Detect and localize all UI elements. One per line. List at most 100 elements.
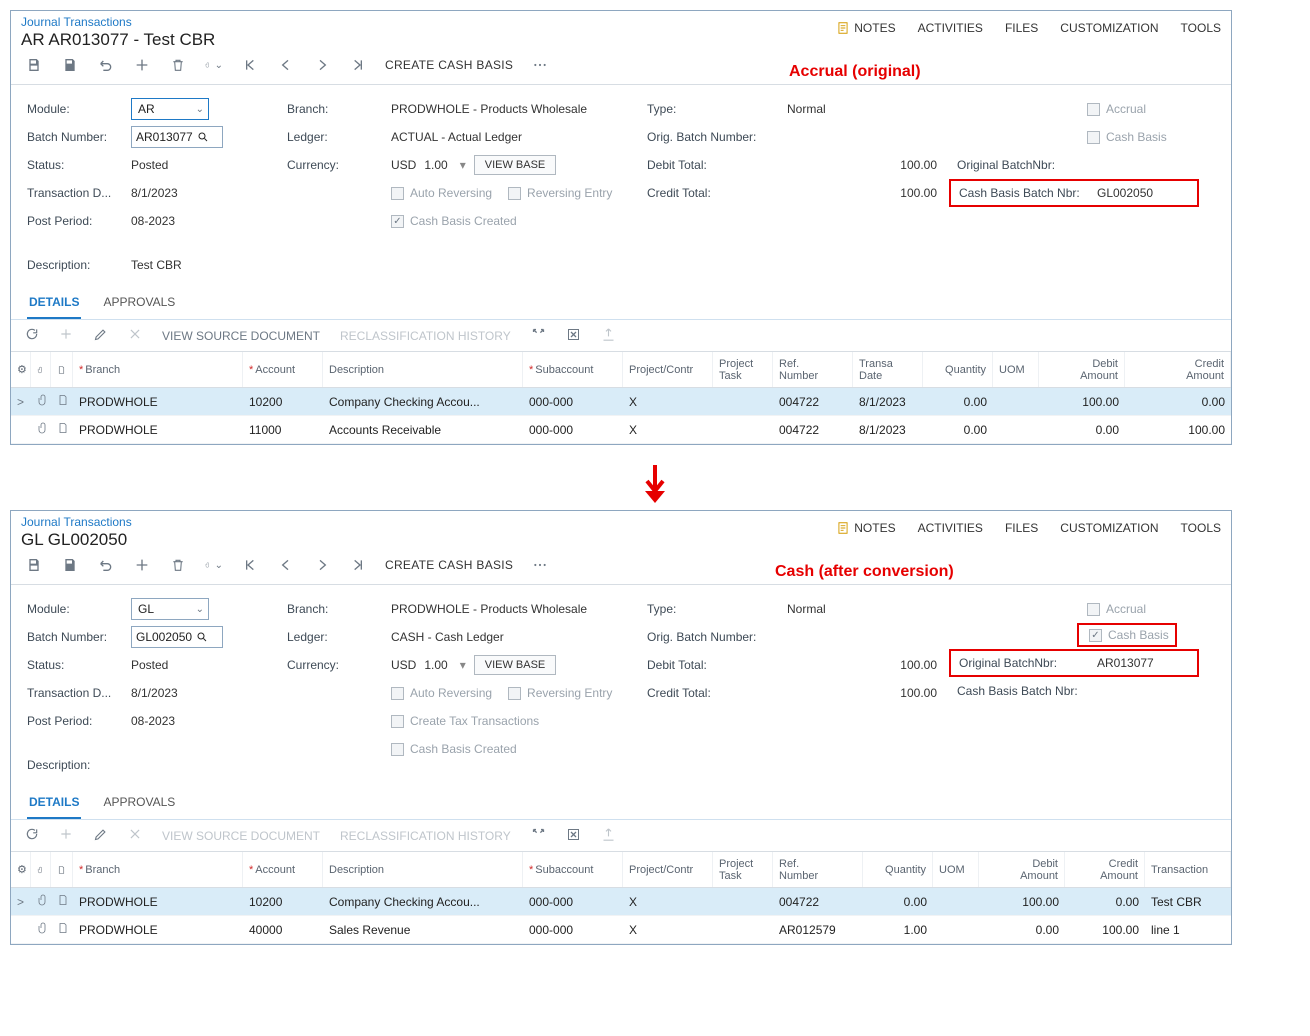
save-button[interactable] bbox=[61, 556, 79, 574]
tab-details[interactable]: DETAILS bbox=[27, 287, 81, 319]
customization-link[interactable]: CUSTOMIZATION bbox=[1060, 521, 1158, 535]
rate-input[interactable]: 1.00▾ bbox=[424, 658, 465, 672]
batch-input[interactable]: AR013077 bbox=[131, 126, 223, 148]
col-uom[interactable]: UOM bbox=[933, 852, 979, 887]
delete-button[interactable] bbox=[169, 56, 187, 74]
activities-link[interactable]: ACTIVITIES bbox=[918, 521, 983, 535]
col-txdesc[interactable]: Transaction bbox=[1145, 852, 1231, 887]
col-projtask[interactable]: Project Task bbox=[713, 352, 773, 387]
col-uom[interactable]: UOM bbox=[993, 352, 1039, 387]
cell-proj: X bbox=[623, 923, 713, 937]
col-credit[interactable]: Credit Amount bbox=[1125, 352, 1231, 387]
type-label: Type: bbox=[647, 102, 787, 116]
notes-link[interactable]: NOTES bbox=[836, 521, 895, 535]
table-row[interactable]: > PRODWHOLE 10200 Company Checking Accou… bbox=[11, 388, 1231, 416]
ledger-label: Ledger: bbox=[287, 630, 391, 644]
save-close-button[interactable] bbox=[25, 556, 43, 574]
view-base-button[interactable]: VIEW BASE bbox=[474, 655, 557, 675]
rate-input[interactable]: 1.00▾ bbox=[424, 158, 465, 172]
activities-link[interactable]: ACTIVITIES bbox=[918, 21, 983, 35]
undo-button[interactable] bbox=[97, 56, 115, 74]
module-select[interactable]: GL⌄ bbox=[131, 598, 209, 620]
refresh-button[interactable] bbox=[25, 827, 39, 844]
save-close-button[interactable] bbox=[25, 56, 43, 74]
more-button[interactable] bbox=[531, 556, 549, 574]
excel-button[interactable] bbox=[566, 327, 581, 345]
col-sub[interactable]: Subaccount bbox=[523, 852, 623, 887]
view-src-button[interactable]: VIEW SOURCE DOCUMENT bbox=[162, 329, 320, 343]
col-ref[interactable]: Ref. Number bbox=[773, 852, 863, 887]
tab-approvals[interactable]: APPROVALS bbox=[101, 787, 177, 819]
file-icon bbox=[57, 921, 69, 935]
col-debit[interactable]: Debit Amount bbox=[979, 852, 1065, 887]
create-cash-basis-button[interactable]: CREATE CASH BASIS bbox=[385, 558, 513, 572]
fit-button[interactable] bbox=[531, 827, 546, 845]
tools-link[interactable]: TOOLS bbox=[1181, 21, 1221, 35]
customization-link[interactable]: CUSTOMIZATION bbox=[1060, 21, 1158, 35]
create-cash-basis-button[interactable]: CREATE CASH BASIS bbox=[385, 58, 513, 72]
excel-button[interactable] bbox=[566, 827, 581, 845]
tools-link[interactable]: TOOLS bbox=[1181, 521, 1221, 535]
status-label: Status: bbox=[27, 658, 131, 672]
cell-debit: 0.00 bbox=[979, 923, 1065, 937]
prev-button[interactable] bbox=[277, 56, 295, 74]
col-proj[interactable]: Project/Contr bbox=[623, 352, 713, 387]
col-proj[interactable]: Project/Contr bbox=[623, 852, 713, 887]
cash-batchnbr-value: GL002050 bbox=[1097, 186, 1153, 200]
delete-button[interactable] bbox=[169, 556, 187, 574]
module-select[interactable]: AR⌄ bbox=[131, 98, 209, 120]
col-projtask[interactable]: Project Task bbox=[713, 852, 773, 887]
breadcrumb[interactable]: Journal Transactions bbox=[21, 515, 836, 529]
ledger-value: ACTUAL - Actual Ledger bbox=[391, 130, 522, 144]
col-qty[interactable]: Quantity bbox=[863, 852, 933, 887]
next-button[interactable] bbox=[313, 56, 331, 74]
add-button[interactable] bbox=[133, 56, 151, 74]
col-gear[interactable]: ⚙ bbox=[11, 352, 31, 387]
more-button[interactable] bbox=[531, 56, 549, 74]
clipboard-button[interactable]: ⌄ bbox=[205, 56, 223, 74]
col-ref[interactable]: Ref. Number bbox=[773, 352, 853, 387]
table-row[interactable]: PRODWHOLE 40000 Sales Revenue 000-000 X … bbox=[11, 916, 1231, 944]
trash-icon bbox=[170, 57, 186, 73]
last-button[interactable] bbox=[349, 556, 367, 574]
add-button[interactable] bbox=[133, 556, 151, 574]
clipboard-button[interactable]: ⌄ bbox=[205, 556, 223, 574]
cell-branch: PRODWHOLE bbox=[73, 923, 243, 937]
clipboard-icon bbox=[205, 557, 211, 573]
tab-approvals[interactable]: APPROVALS bbox=[101, 287, 177, 319]
files-link[interactable]: FILES bbox=[1005, 521, 1038, 535]
col-sub[interactable]: Subaccount bbox=[523, 352, 623, 387]
grid-edit-button[interactable] bbox=[93, 827, 108, 845]
breadcrumb[interactable]: Journal Transactions bbox=[21, 15, 836, 29]
col-debit[interactable]: Debit Amount bbox=[1039, 352, 1125, 387]
batch-input[interactable]: GL002050 bbox=[131, 626, 223, 648]
cell-proj: X bbox=[623, 395, 713, 409]
col-qty[interactable]: Quantity bbox=[923, 352, 993, 387]
col-branch[interactable]: Branch bbox=[73, 352, 243, 387]
grid-edit-button[interactable] bbox=[93, 327, 108, 345]
notes-link[interactable]: NOTES bbox=[836, 21, 895, 35]
table-row[interactable]: > PRODWHOLE 10200 Company Checking Accou… bbox=[11, 888, 1231, 916]
first-button[interactable] bbox=[241, 56, 259, 74]
fit-button[interactable] bbox=[531, 327, 546, 345]
col-branch[interactable]: Branch bbox=[73, 852, 243, 887]
table-row[interactable]: PRODWHOLE 11000 Accounts Receivable 000-… bbox=[11, 416, 1231, 444]
last-button[interactable] bbox=[349, 56, 367, 74]
col-gear[interactable]: ⚙ bbox=[11, 852, 31, 887]
save-button[interactable] bbox=[61, 56, 79, 74]
col-desc[interactable]: Description bbox=[323, 352, 523, 387]
files-link[interactable]: FILES bbox=[1005, 21, 1038, 35]
refresh-button[interactable] bbox=[25, 327, 39, 344]
col-account[interactable]: Account bbox=[243, 352, 323, 387]
col-credit[interactable]: Credit Amount bbox=[1065, 852, 1145, 887]
col-desc[interactable]: Description bbox=[323, 852, 523, 887]
col-tdate[interactable]: Transa Date bbox=[853, 352, 923, 387]
undo-button[interactable] bbox=[97, 556, 115, 574]
tab-details[interactable]: DETAILS bbox=[27, 787, 81, 819]
first-button[interactable] bbox=[241, 556, 259, 574]
view-base-button[interactable]: VIEW BASE bbox=[474, 155, 557, 175]
col-account[interactable]: Account bbox=[243, 852, 323, 887]
currency-value: USD bbox=[391, 158, 416, 172]
prev-button[interactable] bbox=[277, 556, 295, 574]
next-button[interactable] bbox=[313, 556, 331, 574]
